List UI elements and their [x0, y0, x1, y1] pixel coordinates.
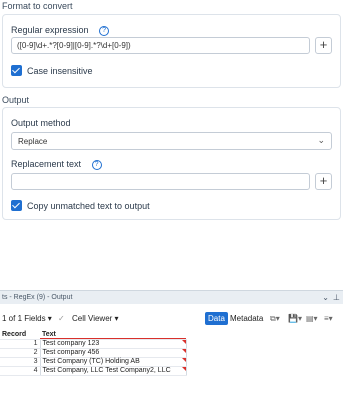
tab-metadata[interactable]: Metadata	[230, 314, 263, 323]
collapse-icon[interactable]: ⌄	[322, 293, 329, 302]
menu-icon[interactable]: ≡▾	[324, 314, 333, 323]
chevron-down-icon: ⌄	[317, 135, 325, 145]
text-cell[interactable]: Test company 123	[40, 339, 187, 349]
replacement-input[interactable]	[11, 173, 310, 190]
plus-icon: +	[319, 173, 328, 188]
table-row[interactable]: 1 Test company 123	[0, 339, 187, 349]
results-table: Record Text 1 Test company 123 2 Test co…	[0, 330, 187, 376]
case-insensitive-label: Case insensitive	[27, 65, 93, 76]
table-icon[interactable]: ▤▾	[306, 314, 318, 323]
help-circle-icon[interactable]: ?	[91, 160, 102, 170]
text-cell[interactable]: Test company 456	[40, 348, 187, 358]
output-section-title: Output	[2, 95, 30, 105]
case-insensitive-checkbox[interactable]: Case insensitive	[11, 65, 93, 76]
record-cell: 4	[0, 366, 41, 376]
method-select[interactable]: Replace ⌄	[11, 132, 332, 150]
save-icon[interactable]: 💾▾	[288, 314, 302, 323]
fields-label: 1 of 1 Fields	[2, 314, 46, 323]
col-record[interactable]: Record	[0, 330, 40, 340]
table-row[interactable]: 2 Test company 456	[0, 348, 187, 358]
table-row[interactable]: 4 Test Company, LLC Test Company2, LLC	[0, 366, 187, 376]
checkmark-icon[interactable]	[11, 65, 22, 76]
copy-unmatched-checkbox[interactable]: Copy unmatched text to output	[11, 200, 150, 211]
pin-icon[interactable]: ⊥	[333, 293, 340, 302]
checkmark-icon[interactable]: ✓	[58, 314, 65, 323]
col-text[interactable]: Text	[40, 330, 186, 340]
regex-label-row: Regular expression ?	[11, 25, 110, 36]
plus-icon: +	[319, 37, 328, 52]
replacement-label: Replacement text	[11, 159, 82, 169]
results-header: ts - RegEx (9) - Output ⌄ ⊥	[0, 290, 343, 304]
cell-viewer-label: Cell Viewer	[72, 314, 113, 323]
output-panel: Output method Replace ⌄ Replacement text…	[2, 107, 341, 220]
copy-icon[interactable]: ⧉▾	[270, 314, 280, 324]
cell-viewer-dropdown[interactable]: Cell Viewer ▾	[72, 314, 119, 323]
regex-input[interactable]: ([0-9]\d+.*?[0-9]|[0-9].*?\d+[0-9])	[11, 37, 310, 54]
record-cell: 2	[0, 348, 41, 358]
results-toolbar: 1 of 1 Fields ▾ ✓ Cell Viewer ▾ Data Met…	[0, 311, 343, 327]
method-label: Output method	[11, 118, 71, 128]
text-cell[interactable]: Test Company, LLC Test Company2, LLC	[40, 366, 187, 376]
replacement-plus-button[interactable]: +	[315, 173, 332, 190]
method-value: Replace	[18, 137, 48, 146]
regex-plus-button[interactable]: +	[315, 37, 332, 54]
table-row[interactable]: 3 Test Company (TC) Holding AB	[0, 357, 187, 367]
help-circle-icon[interactable]: ?	[99, 26, 110, 36]
replacement-label-row: Replacement text ?	[11, 159, 102, 170]
checkmark-icon[interactable]	[11, 200, 22, 211]
format-section-title: Format to convert	[2, 1, 73, 11]
record-cell: 3	[0, 357, 41, 367]
fields-selector[interactable]: 1 of 1 Fields ▾	[2, 314, 52, 323]
format-panel: Regular expression ? ([0-9]\d+.*?[0-9]|[…	[2, 14, 341, 88]
record-cell: 1	[0, 339, 41, 349]
tab-data[interactable]: Data	[205, 312, 228, 325]
regex-label: Regular expression	[11, 25, 89, 35]
results-title: ts - RegEx (9) - Output	[2, 294, 73, 301]
copy-unmatched-label: Copy unmatched text to output	[27, 200, 150, 211]
text-cell[interactable]: Test Company (TC) Holding AB	[40, 357, 187, 367]
